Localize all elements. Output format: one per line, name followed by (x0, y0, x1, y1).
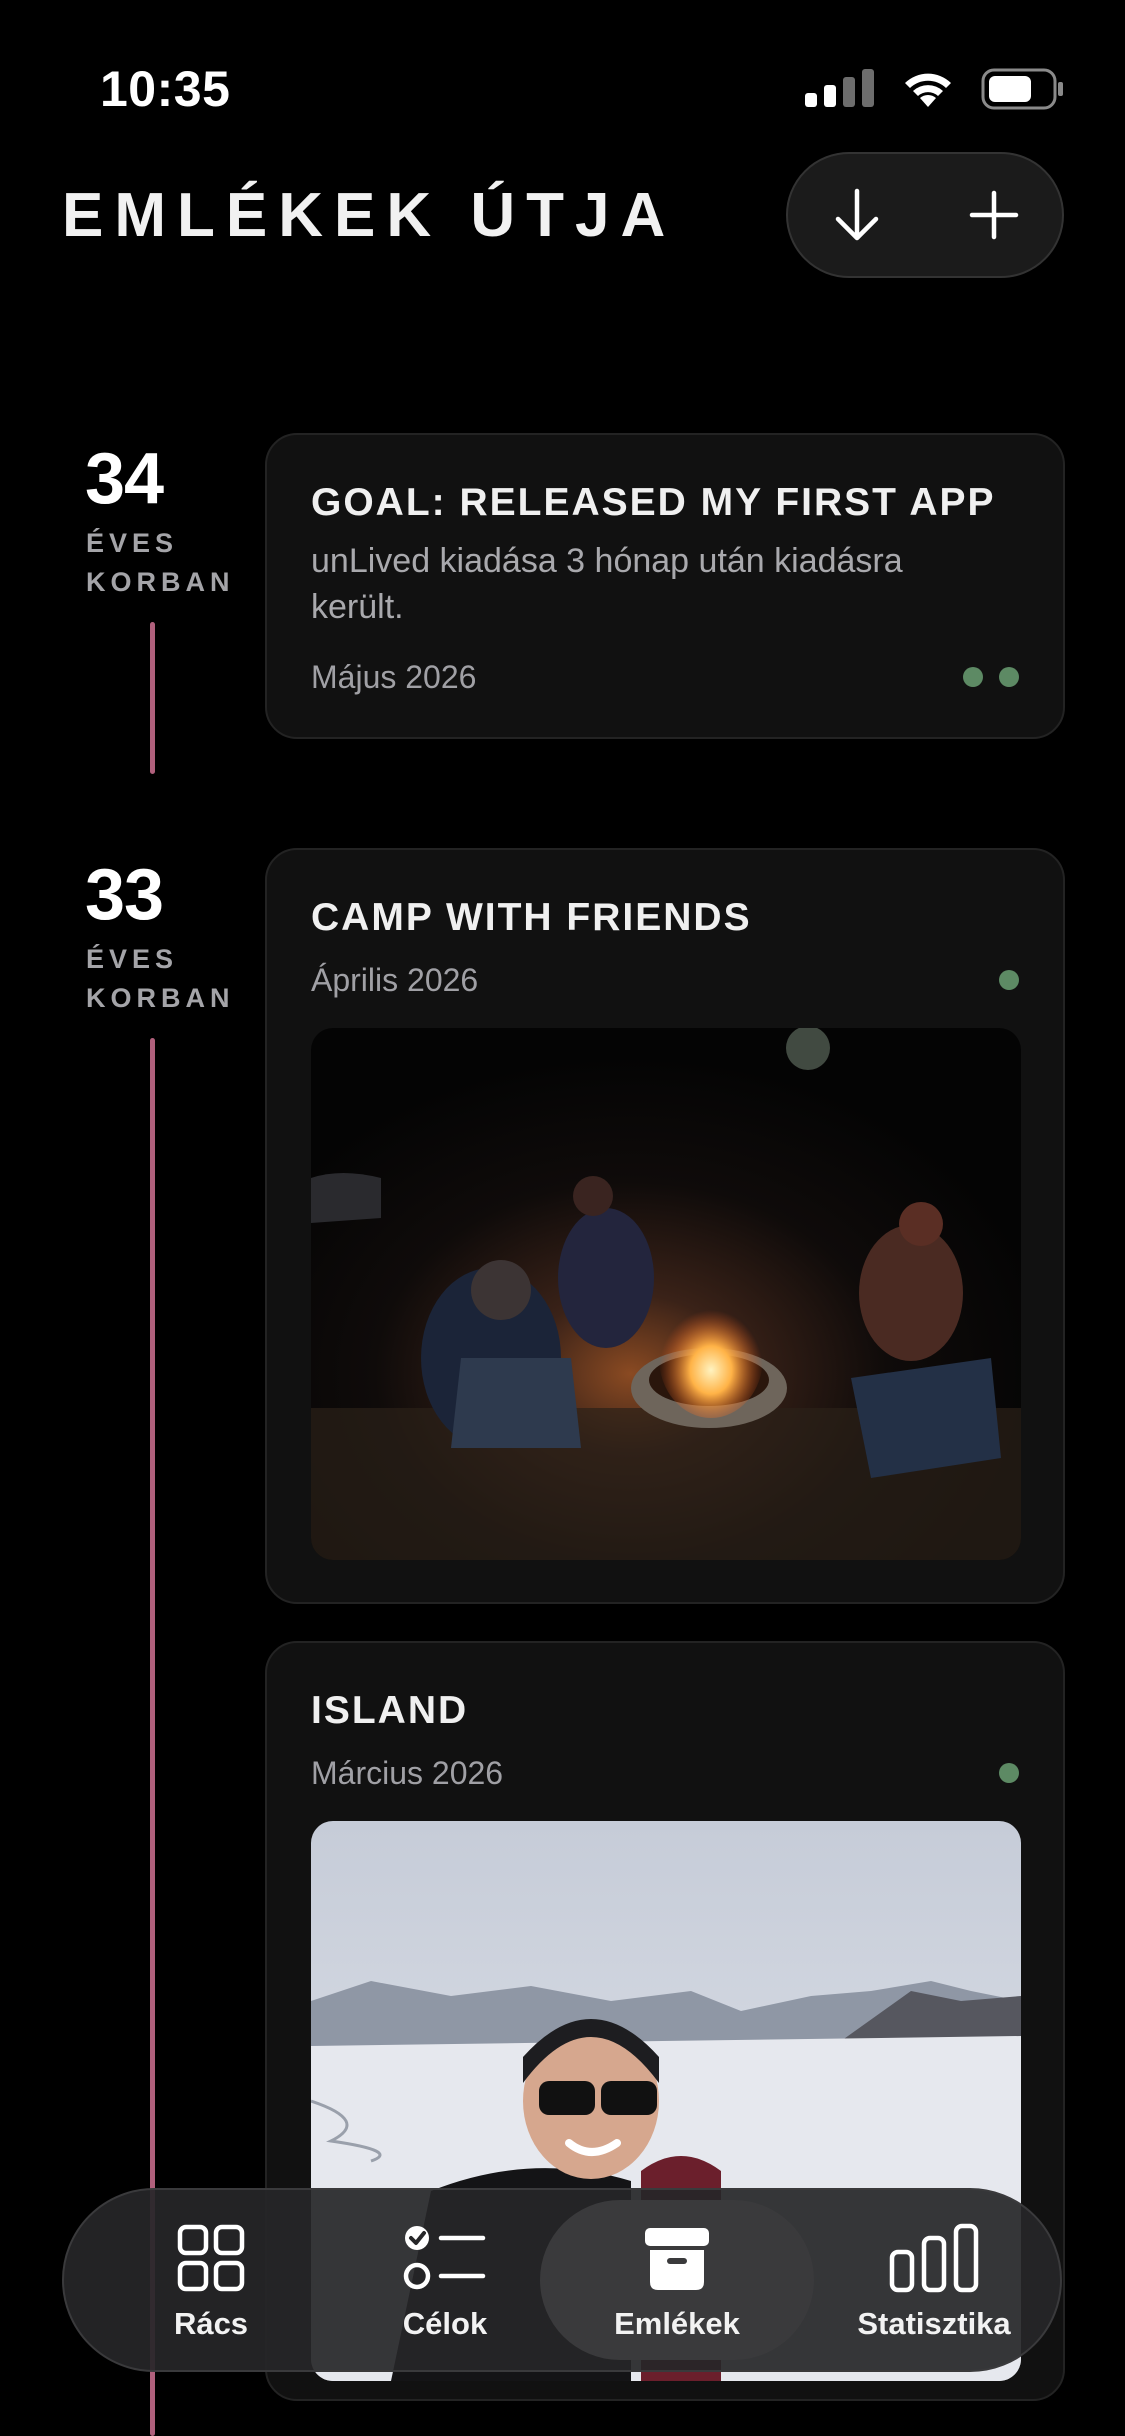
cellular-signal-icon (805, 69, 874, 107)
page-title: EMLÉKEK ÚTJA (62, 181, 677, 250)
arrow-down-icon (835, 188, 878, 241)
memory-card[interactable]: GOAL: RELEASED MY FIRST APP unLived kiad… (265, 433, 1065, 739)
tab-label: Emlékek (614, 2306, 740, 2341)
status-icons (805, 64, 1065, 114)
campfire-photo (311, 1028, 1021, 1560)
status-dot (999, 1763, 1019, 1783)
age-number: 34 (85, 439, 164, 519)
memory-photo[interactable] (311, 1028, 1021, 1560)
card-date: Március 2026 (311, 1755, 504, 1791)
tab-statistics[interactable]: Statisztika (814, 2200, 1054, 2360)
tab-label: Statisztika (857, 2306, 1011, 2341)
card-date: Május 2026 (311, 659, 477, 695)
tab-label: Rács (173, 2306, 249, 2341)
timeline-line (150, 622, 155, 774)
age-label: ÉVES KORBAN (86, 940, 235, 1018)
card-date: Április 2026 (311, 962, 479, 998)
card-title: ISLAND (311, 1689, 469, 1732)
tab-label: Célok (402, 2306, 488, 2341)
age-label-line1: ÉVES (86, 528, 179, 558)
status-dot (963, 667, 983, 687)
status-dot (999, 667, 1019, 687)
age-number: 33 (85, 855, 164, 935)
card-description: unLived kiadása 3 hónap után kiadásra ke… (311, 542, 903, 626)
memory-card[interactable]: CAMP WITH FRIENDS Április 2026 (265, 848, 1065, 1604)
tab-memories[interactable]: Emlékek (540, 2200, 814, 2360)
add-button[interactable] (944, 165, 1044, 265)
card-title: CAMP WITH FRIENDS (311, 896, 752, 939)
card-title: GOAL: RELEASED MY FIRST APP (311, 481, 996, 524)
tab-goals[interactable]: Célok (320, 2200, 570, 2360)
status-dot (999, 970, 1019, 990)
age-label-line2: KORBAN (86, 983, 235, 1013)
grid-icon (177, 2224, 245, 2292)
checklist-icon (403, 2226, 486, 2290)
wifi-icon (905, 73, 951, 107)
header-actions (786, 152, 1064, 278)
bar-chart-icon (889, 2223, 979, 2293)
tab-grid[interactable]: Rács (86, 2200, 336, 2360)
age-label-line2: KORBAN (86, 567, 235, 597)
tab-bar: Rács Célok Emlékek Statisztika (62, 2188, 1062, 2372)
age-label-line1: ÉVES (86, 944, 179, 974)
status-time: 10:35 (100, 61, 231, 117)
plus-icon (969, 190, 1018, 240)
age-label: ÉVES KORBAN (86, 524, 235, 602)
download-button[interactable] (807, 165, 907, 265)
archive-box-icon (645, 2228, 709, 2290)
battery-icon (981, 68, 1063, 110)
